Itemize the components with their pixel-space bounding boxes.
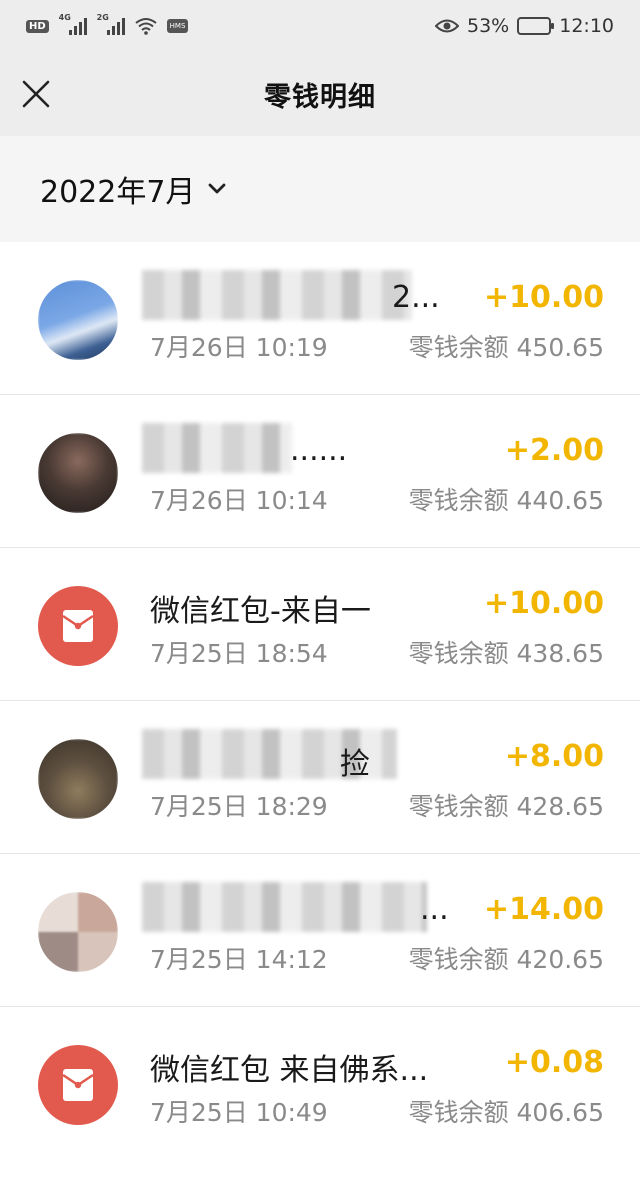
transaction-title: ... xyxy=(420,892,449,927)
chevron-down-icon xyxy=(209,183,226,194)
transaction-amount: +8.00 xyxy=(504,739,604,774)
balance-after: 零钱余额 420.65 xyxy=(408,945,604,974)
red-envelope-icon xyxy=(38,1045,118,1125)
transaction-amount: +10.00 xyxy=(483,280,604,315)
page-title: 零钱明细 xyxy=(264,81,376,113)
signal-4g-icon: 4G xyxy=(59,13,87,35)
transaction-time: 7月26日 10:19 xyxy=(150,333,328,362)
transaction-title: 2... xyxy=(392,280,440,315)
transaction-row[interactable]: ... 7月25日 14:12 +14.00 零钱余额 420.65 xyxy=(0,854,640,1007)
transaction-row[interactable]: ...... 7月26日 10:14 +2.00 零钱余额 440.65 xyxy=(0,395,640,548)
battery-percent: 53% xyxy=(467,15,510,37)
red-envelope-icon xyxy=(38,586,118,666)
transaction-list: 2... 7月26日 10:19 +10.00 零钱余额 450.65 ....… xyxy=(0,242,640,1160)
transaction-amount: +10.00 xyxy=(483,586,604,621)
transaction-row[interactable]: 2... 7月26日 10:19 +10.00 零钱余额 450.65 xyxy=(0,242,640,395)
transaction-time: 7月26日 10:14 xyxy=(150,486,328,515)
transaction-row[interactable]: 微信红包 来自佛系... 7月25日 10:49 +0.08 零钱余额 406.… xyxy=(0,1007,640,1160)
transaction-time: 7月25日 18:54 xyxy=(150,639,328,668)
nav-header: 零钱明细 xyxy=(0,52,640,136)
hms-badge: HMS xyxy=(166,19,189,33)
transaction-title: 捡 xyxy=(340,747,370,782)
balance-after: 零钱余额 438.65 xyxy=(408,639,604,668)
redaction-mosaic xyxy=(142,423,292,473)
eye-icon xyxy=(435,19,459,33)
transaction-row[interactable]: 微信红包-来自一 7月25日 18:54 +10.00 零钱余额 438.65 xyxy=(0,548,640,701)
transaction-time: 7月25日 10:49 xyxy=(150,1098,328,1127)
signal-2g-icon: 2G xyxy=(97,13,125,35)
month-label: 2022年7月 xyxy=(40,175,196,210)
status-bar: HD 4G 2G HMS 53% 12:10 xyxy=(0,0,640,52)
transaction-amount: +0.08 xyxy=(504,1045,604,1080)
transaction-title: 微信红包-来自一 xyxy=(150,594,371,629)
transaction-amount: +2.00 xyxy=(504,433,604,468)
redaction-mosaic xyxy=(142,882,427,932)
transaction-title: ...... xyxy=(290,433,348,468)
close-icon[interactable] xyxy=(20,78,52,110)
balance-after: 零钱余额 406.65 xyxy=(408,1098,604,1127)
transaction-time: 7月25日 14:12 xyxy=(150,945,328,974)
avatar xyxy=(38,433,118,513)
transaction-title: 微信红包 来自佛系... xyxy=(150,1053,429,1088)
transaction-amount: +14.00 xyxy=(483,892,604,927)
month-filter-bar: 2022年7月 xyxy=(0,136,640,242)
transaction-row[interactable]: 捡 7月25日 18:29 +8.00 零钱余额 428.65 xyxy=(0,701,640,854)
avatar xyxy=(38,280,118,360)
balance-after: 零钱余额 450.65 xyxy=(408,333,604,362)
partial-row xyxy=(0,1159,640,1197)
avatar xyxy=(38,892,118,972)
avatar xyxy=(38,739,118,819)
wifi-icon xyxy=(135,18,157,35)
month-selector[interactable]: 2022年7月 xyxy=(40,167,227,211)
status-time: 12:10 xyxy=(559,15,614,37)
balance-after: 零钱余额 440.65 xyxy=(408,486,604,515)
redaction-mosaic xyxy=(142,270,412,320)
transaction-time: 7月25日 18:29 xyxy=(150,792,328,821)
battery-icon xyxy=(517,17,555,35)
hd-badge: HD xyxy=(26,19,49,33)
balance-after: 零钱余额 428.65 xyxy=(408,792,604,821)
